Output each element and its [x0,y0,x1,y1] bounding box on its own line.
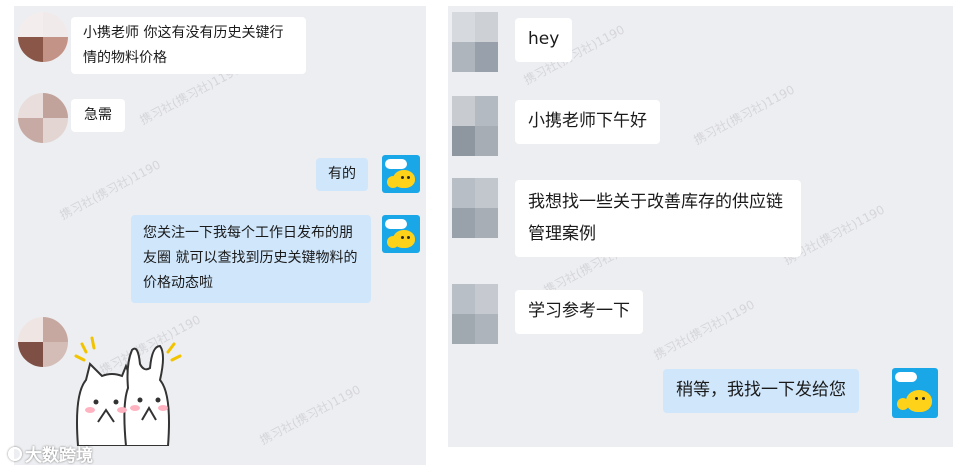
contact-avatar[interactable] [18,317,68,367]
contact-avatar[interactable] [18,12,68,62]
contact-avatar[interactable] [452,96,498,156]
message-bubble-incoming[interactable]: 小携老师 你这有没有历史关键行情的物料价格 [71,17,306,74]
message-bubble-outgoing[interactable]: 有的 [316,158,368,191]
mascot-tag-icon [895,372,917,382]
mascot-tag-icon [385,159,407,169]
watermark: 携习社(携习社)1190 [691,82,797,148]
my-avatar[interactable] [382,215,420,253]
message-bubble-outgoing[interactable]: 您关注一下我每个工作日发布的朋友圈 就可以查找到历史关键物料的价格动态啦 [131,215,371,303]
left-chat-panel: 携习社(携习社)1190 携习社(携习社)1190 携习社(携习社)1190 携… [14,6,426,465]
contact-avatar[interactable] [18,93,68,143]
mascot-tag-icon [385,219,407,229]
two-cute-cats-praying-sticker-icon [74,336,182,447]
message-bubble-incoming[interactable]: 急需 [71,99,125,132]
message-bubble-incoming[interactable]: 我想找一些关于改善库存的供应链管理案例 [515,180,801,257]
yellow-mascot-icon [906,390,932,412]
contact-avatar[interactable] [452,284,498,344]
brand-logo: 大数跨境 [8,441,93,466]
message-text: 稍等，我找一下发给您 [676,380,846,400]
message-text: 急需 [84,107,112,123]
brand-ring-icon [8,446,22,461]
contact-avatar[interactable] [452,178,498,238]
message-text: hey [528,29,560,49]
cat-sticker[interactable] [68,324,188,447]
message-text: 学习参考一下 [528,301,630,321]
message-text: 有的 [328,166,356,182]
message-bubble-incoming[interactable]: 小携老师下午好 [515,100,660,144]
brand-text: 大数跨境 [25,446,93,466]
message-bubble-outgoing[interactable]: 稍等，我找一下发给您 [663,369,859,413]
message-text: 您关注一下我每个工作日发布的朋友圈 就可以查找到历史关键物料的价格动态啦 [143,225,358,292]
message-bubble-incoming[interactable]: 学习参考一下 [515,290,643,334]
my-avatar[interactable] [382,155,420,193]
yellow-mascot-icon [393,170,415,188]
my-avatar[interactable] [892,368,938,418]
watermark: 携习社(携习社)1190 [257,382,363,448]
message-bubble-incoming[interactable]: hey [515,18,573,62]
contact-avatar[interactable] [452,12,498,72]
yellow-mascot-icon [393,230,415,248]
message-text: 我想找一些关于改善库存的供应链管理案例 [528,192,783,245]
watermark: 携习社(携习社)1190 [57,157,163,223]
message-text: 小携老师下午好 [528,111,647,131]
watermark: 携习社(携习社)1190 [651,297,757,363]
right-chat-panel: 携习社(携习社)1190 携习社(携习社)1190 携习社(携习社)1190 携… [448,6,953,447]
message-text: 小携老师 你这有没有历史关键行情的物料价格 [83,25,284,66]
